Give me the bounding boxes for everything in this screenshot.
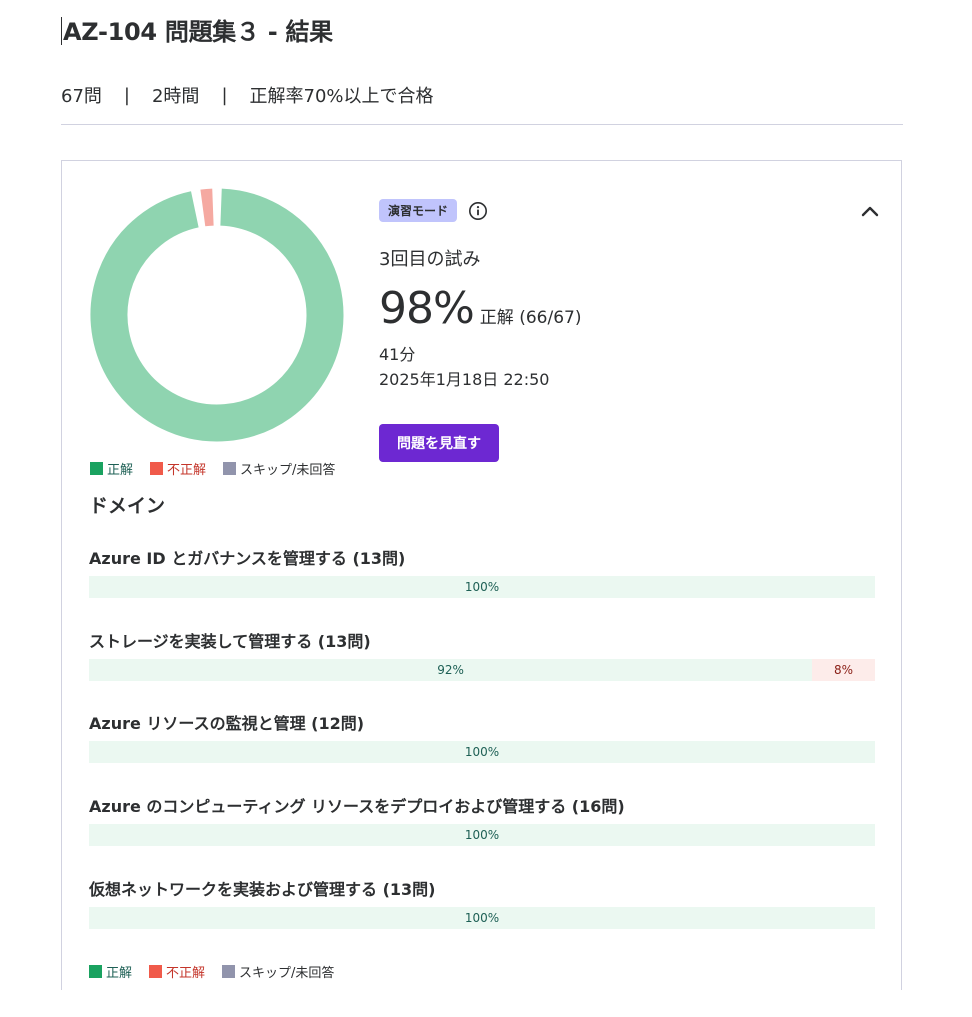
score-row: 98% 正解 (66/67) [379,283,581,334]
attempt-number: 3回目の試み [379,249,481,270]
legend-label-skip: スキップ/未回答 [240,463,336,478]
chevron-up-icon[interactable] [861,204,879,218]
domain-bar-correct: 92% [89,659,813,681]
legend-label-wrong: 不正解 [166,966,206,981]
legend-label-correct: 正解 [107,463,134,478]
legend-label-skip: スキップ/未回答 [239,966,335,981]
domain-bar-correct: 100% [89,824,875,846]
legend-swatch-skip [223,462,237,475]
domain-bar-correct: 100% [89,741,875,763]
domain-item: ストレージを実装して管理する (13問) 92% 8% [89,631,875,681]
domain-item: Azure リソースの監視と管理 (12問) 100% [89,713,875,763]
exam-duration: 2時間 [151,86,200,107]
donut-segment-correct [90,188,344,442]
domain-label: ストレージを実装して管理する (13問) [89,632,371,651]
legend-item-skip: スキップ/未回答 [222,962,334,981]
domain-label: Azure ID とガバナンスを管理する (13問) [89,549,406,568]
legend-item-wrong: 不正解 [150,459,206,478]
domain-legend: 正解 不正解 スキップ/未回答 [89,962,351,981]
domain-item: Azure ID とガバナンスを管理する (13問) 100% [89,548,875,598]
donut-legend: 正解 不正解 スキップ/未回答 [90,459,352,478]
domain-bar-correct: 100% [89,576,875,598]
text-cursor [61,17,62,45]
domain-bar: 100% [89,741,875,763]
legend-item-correct: 正解 [89,962,132,981]
legend-label-correct: 正解 [106,966,133,981]
legend-item-skip: スキップ/未回答 [223,459,335,478]
domain-label: Azure リソースの監視と管理 (12問) [89,714,365,733]
question-count: 67問 [61,86,102,107]
domain-label: 仮想ネットワークを実装および管理する (13問) [89,880,436,899]
legend-item-wrong: 不正解 [149,962,205,981]
page-title: AZ-104 問題集３ - 結果 [61,12,333,47]
legend-swatch-skip [222,965,236,978]
legend-swatch-correct [89,965,102,978]
legend-label-wrong: 不正解 [167,463,207,478]
domain-item: Azure のコンピューティング リソースをデプロイおよび管理する (16問) … [89,796,875,846]
mode-row: 演習モード [379,199,488,222]
domain-bar-correct: 100% [89,907,875,929]
legend-item-correct: 正解 [90,459,133,478]
time-taken: 41分 [379,345,416,364]
meta-separator: | [123,84,130,106]
domain-item: 仮想ネットワークを実装および管理する (13問) 100% [89,879,875,929]
donut-segment-wrong [200,188,214,227]
domain-bar-wrong: 8% [812,659,875,681]
domain-bar: 92% 8% [89,659,875,681]
domain-bar: 100% [89,824,875,846]
legend-swatch-wrong [149,965,163,978]
score-percent: 98% [379,283,475,334]
legend-swatch-correct [90,462,103,475]
page-title-text: AZ-104 問題集３ - 結果 [63,18,333,46]
domain-heading: ドメイン [89,495,166,517]
meta-separator: | [221,84,228,106]
attempt-date: 2025年1月18日 22:50 [379,370,550,389]
legend-swatch-wrong [150,462,164,475]
review-questions-button[interactable]: 問題を見直す [379,424,499,462]
pass-rule: 正解率70%以上で合格 [249,86,434,107]
result-card: 正解 不正解 スキップ/未回答 演習モード 3回目の試み 98% 正解 (66/… [61,160,902,990]
result-donut-chart [90,188,344,442]
domain-bar: 100% [89,576,875,598]
exam-meta: 67問 | 2時間 | 正解率70%以上で合格 [61,82,434,108]
domain-label: Azure のコンピューティング リソースをデプロイおよび管理する (16問) [89,797,625,816]
divider [61,124,903,125]
info-circle-icon[interactable] [468,201,488,221]
domain-bar: 100% [89,907,875,929]
score-label: 正解 (66/67) [479,308,582,328]
mode-badge: 演習モード [379,199,458,222]
